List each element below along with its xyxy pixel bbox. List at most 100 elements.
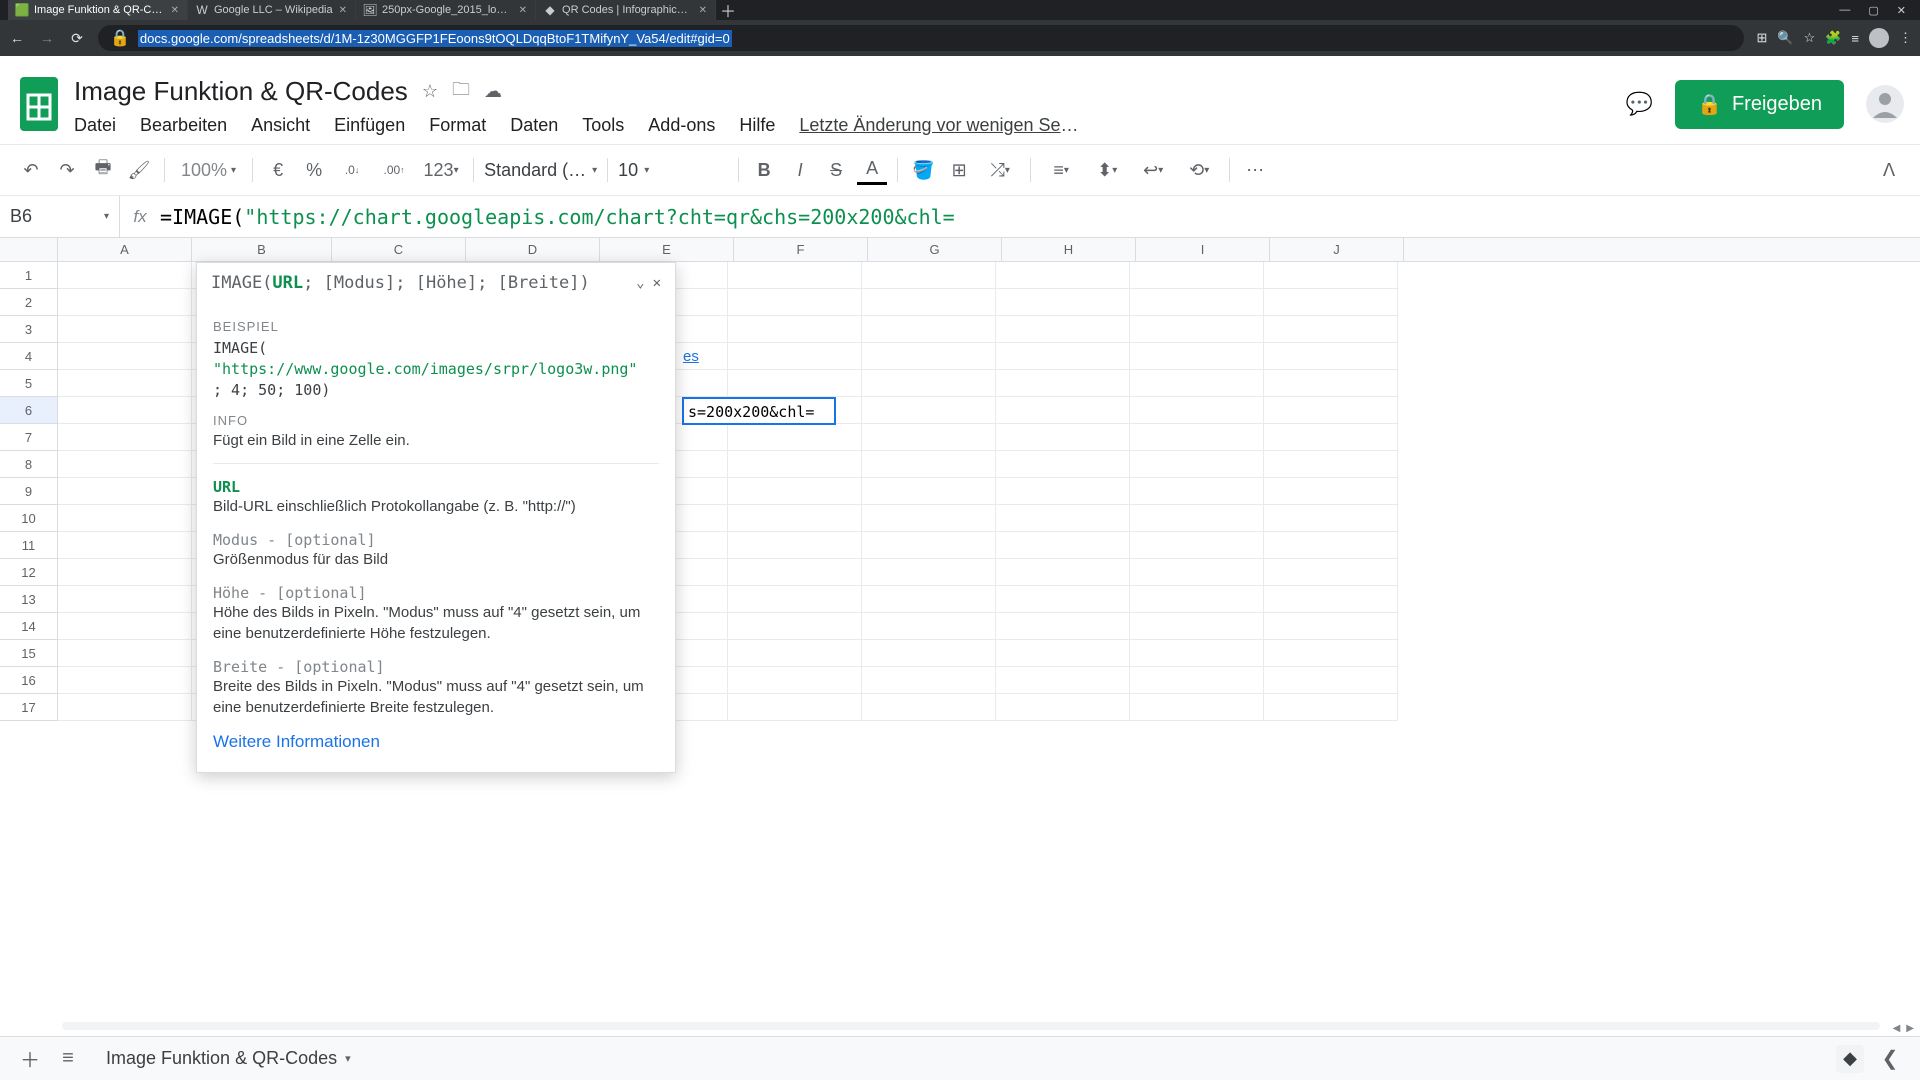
- row-header[interactable]: 2: [0, 289, 58, 316]
- cell[interactable]: [728, 640, 862, 667]
- col-header[interactable]: C: [332, 238, 466, 261]
- cell[interactable]: [728, 316, 862, 343]
- cell[interactable]: [728, 478, 862, 505]
- cell[interactable]: [1130, 505, 1264, 532]
- horizontal-scrollbar[interactable]: [62, 1022, 1880, 1032]
- cell[interactable]: [996, 532, 1130, 559]
- row-header[interactable]: 15: [0, 640, 58, 667]
- font-size-select[interactable]: 10▾: [618, 160, 728, 181]
- cell[interactable]: [1130, 343, 1264, 370]
- cell[interactable]: [1130, 532, 1264, 559]
- cell[interactable]: [1130, 694, 1264, 721]
- merge-icon[interactable]: ⤮▾: [980, 155, 1020, 185]
- number-format-button[interactable]: 123▾: [419, 155, 463, 185]
- cell[interactable]: [58, 316, 192, 343]
- menu-format[interactable]: Format: [429, 115, 486, 136]
- cell[interactable]: [996, 667, 1130, 694]
- row-header[interactable]: 16: [0, 667, 58, 694]
- font-select[interactable]: Standard (…▾: [484, 160, 597, 181]
- reading-list-icon[interactable]: ≡: [1851, 31, 1859, 46]
- bold-icon[interactable]: B: [749, 155, 779, 185]
- scroll-arrows[interactable]: ◀▶: [1893, 1023, 1914, 1034]
- cell[interactable]: [58, 451, 192, 478]
- cell[interactable]: [862, 667, 996, 694]
- cell[interactable]: [862, 559, 996, 586]
- kebab-icon[interactable]: ⋮: [1899, 30, 1912, 46]
- cell[interactable]: [996, 424, 1130, 451]
- paint-format-icon[interactable]: 🖌: [124, 155, 154, 185]
- cell[interactable]: [862, 370, 996, 397]
- cell[interactable]: [1264, 478, 1398, 505]
- menu-einfuegen[interactable]: Einfügen: [334, 115, 405, 136]
- forward-icon[interactable]: →: [38, 30, 56, 46]
- menu-datei[interactable]: Datei: [74, 115, 116, 136]
- cell[interactable]: [1264, 505, 1398, 532]
- cell[interactable]: [996, 343, 1130, 370]
- cell[interactable]: [862, 640, 996, 667]
- cell[interactable]: [1264, 532, 1398, 559]
- formula-input[interactable]: =IMAGE("https://chart.googleapis.com/cha…: [160, 205, 1920, 229]
- col-header[interactable]: H: [1002, 238, 1136, 261]
- cell[interactable]: [862, 478, 996, 505]
- menu-bearbeiten[interactable]: Bearbeiten: [140, 115, 227, 136]
- cell[interactable]: [58, 370, 192, 397]
- cell[interactable]: [58, 694, 192, 721]
- document-title[interactable]: Image Funktion & QR-Codes: [74, 76, 408, 107]
- col-header[interactable]: F: [734, 238, 868, 261]
- cell[interactable]: [996, 370, 1130, 397]
- sheets-logo-icon[interactable]: [16, 73, 62, 135]
- cell[interactable]: [58, 505, 192, 532]
- active-cell-editor[interactable]: s=200x200&chl=: [682, 397, 836, 425]
- close-icon[interactable]: ✕: [171, 5, 179, 16]
- cell[interactable]: [1130, 289, 1264, 316]
- cell[interactable]: [1264, 451, 1398, 478]
- undo-icon[interactable]: ↶: [16, 155, 46, 185]
- cell[interactable]: [996, 316, 1130, 343]
- browser-tab[interactable]: 🖼 250px-Google_2015_logo.svg.pn ✕: [356, 0, 536, 20]
- cell[interactable]: [1130, 397, 1264, 424]
- cell[interactable]: [996, 262, 1130, 289]
- col-header[interactable]: I: [1136, 238, 1270, 261]
- back-icon[interactable]: ←: [8, 30, 26, 46]
- cell[interactable]: [1130, 316, 1264, 343]
- cell[interactable]: [996, 478, 1130, 505]
- cell[interactable]: [58, 424, 192, 451]
- cell[interactable]: [58, 640, 192, 667]
- row-header[interactable]: 13: [0, 586, 58, 613]
- row-header[interactable]: 7: [0, 424, 58, 451]
- row-header[interactable]: 8: [0, 451, 58, 478]
- menu-ansicht[interactable]: Ansicht: [251, 115, 310, 136]
- wrap-icon[interactable]: ↩▾: [1133, 155, 1173, 185]
- cell[interactable]: [728, 559, 862, 586]
- cell[interactable]: [862, 586, 996, 613]
- cell[interactable]: [1264, 289, 1398, 316]
- cell[interactable]: [862, 289, 996, 316]
- decrease-decimal-button[interactable]: .0↓: [335, 155, 369, 185]
- close-icon[interactable]: ✕: [653, 275, 661, 291]
- cell[interactable]: [1264, 316, 1398, 343]
- cell[interactable]: [1264, 694, 1398, 721]
- print-icon[interactable]: 🖶: [88, 155, 118, 185]
- menu-daten[interactable]: Daten: [510, 115, 558, 136]
- share-button[interactable]: 🔒 Freigeben: [1675, 80, 1844, 129]
- row-header[interactable]: 11: [0, 532, 58, 559]
- row-header[interactable]: 6: [0, 397, 58, 424]
- cell[interactable]: [862, 316, 996, 343]
- strikethrough-icon[interactable]: S: [821, 155, 851, 185]
- cell[interactable]: [996, 559, 1130, 586]
- borders-icon[interactable]: ⊞: [944, 155, 974, 185]
- cell[interactable]: [862, 451, 996, 478]
- currency-button[interactable]: €: [263, 155, 293, 185]
- cell[interactable]: [862, 424, 996, 451]
- cell[interactable]: [58, 343, 192, 370]
- cell[interactable]: [1130, 640, 1264, 667]
- rotate-icon[interactable]: ⟲▾: [1179, 155, 1219, 185]
- cell[interactable]: [1264, 640, 1398, 667]
- cell[interactable]: [1264, 613, 1398, 640]
- col-header[interactable]: A: [58, 238, 192, 261]
- cell[interactable]: [1264, 262, 1398, 289]
- text-color-icon[interactable]: A: [857, 155, 887, 185]
- cell[interactable]: [728, 262, 862, 289]
- explore-icon[interactable]: ◆: [1836, 1045, 1864, 1073]
- cell[interactable]: [58, 478, 192, 505]
